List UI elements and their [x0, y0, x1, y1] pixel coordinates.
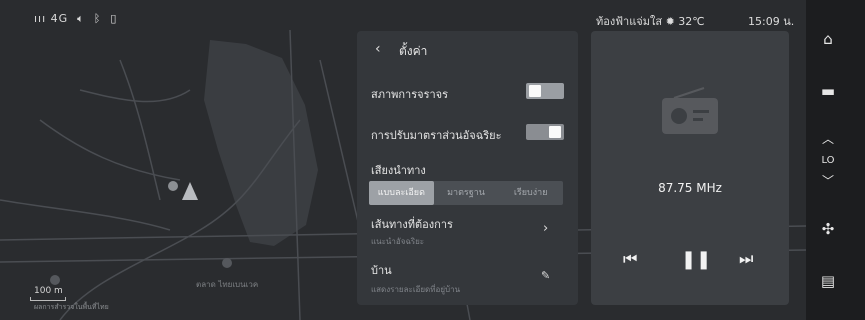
sun-icon: ✹: [665, 15, 679, 28]
map-label: ตลาด ไทยเบนเวค: [196, 280, 259, 289]
control-rail: ⌂ ▬ ︿ LO ﹀ ✣ ▤: [806, 0, 865, 320]
edit-icon[interactable]: ✎: [541, 269, 550, 282]
signal-indicator: ııı 4G: [34, 12, 69, 25]
skip-next-icon[interactable]: ⏭: [739, 249, 753, 269]
page-title: ตั้งค่า: [399, 44, 428, 58]
temperature: 32℃: [678, 15, 705, 28]
traffic-label: สภาพการจราจร: [371, 88, 449, 101]
toggle-knob: [529, 85, 541, 97]
voice-guidance-label: เสียงนำทาง: [371, 164, 426, 177]
home-value: แสดงรายละเอียดที่อยู่บ้าน: [371, 285, 461, 294]
radio-frequency: 87.75 MHz: [658, 181, 722, 195]
chevron-up-icon[interactable]: ︿: [806, 130, 850, 147]
radio-panel: 87.75 MHz ⏮ ❚❚ ⏭: [591, 31, 789, 305]
chevron-left-icon[interactable]: ‹: [375, 41, 381, 57]
status-left: ııı 4G 🔈︎ ᛒ ▯: [34, 12, 117, 26]
chevron-right-icon: ›: [543, 221, 549, 236]
clock: 15:09 น.: [748, 15, 795, 28]
voice-option-simple[interactable]: เรียบง่าย: [498, 181, 563, 205]
voice-option-detailed[interactable]: แบบละเอียด: [369, 181, 434, 205]
settings-header: ‹ ตั้งค่า: [357, 31, 578, 67]
settings-panel: ‹ ตั้งค่า สภาพการจราจร การปรับมาตราส่วนอ…: [357, 31, 578, 305]
smart-scale-label: การปรับมาตราส่วนอัจฉริยะ: [371, 129, 502, 142]
temperature-level: LO: [821, 155, 835, 166]
route-preference-value: แนะนำอัจฉริยะ: [371, 237, 425, 246]
media-icon[interactable]: ▬: [806, 82, 850, 100]
map-scale: 100 m: [34, 286, 63, 296]
traffic-toggle[interactable]: [526, 83, 564, 99]
pause-icon[interactable]: ❚❚: [681, 249, 711, 270]
speaker-icon: 🔈︎: [72, 12, 85, 25]
toggle-knob: [549, 126, 561, 138]
map-scale-bar: [30, 297, 66, 301]
chevron-down-icon[interactable]: ﹀: [806, 172, 850, 189]
route-preference-label: เส้นทางที่ต้องการ: [371, 218, 453, 231]
weather-text: ท้องฟ้าแจ่มใส: [596, 15, 663, 28]
voice-guidance-selector: แบบละเอียด มาตรฐาน เรียบง่าย: [369, 181, 563, 205]
fan-icon[interactable]: ✣: [806, 220, 850, 238]
skip-previous-icon[interactable]: ⏮: [623, 249, 637, 269]
smart-scale-toggle[interactable]: [526, 124, 564, 140]
phone-app-icon[interactable]: ▤: [806, 272, 850, 290]
home-label: บ้าน: [371, 264, 392, 277]
home-icon[interactable]: ⌂: [806, 30, 850, 48]
voice-option-standard[interactable]: มาตรฐาน: [434, 181, 499, 205]
weather: ท้องฟ้าแจ่มใส ✹ 32℃: [596, 12, 705, 30]
map-scale-caption: ผลการสำรวจในพื้นที่ไทย: [34, 303, 109, 311]
bluetooth-icon: ᛒ: [89, 12, 102, 25]
radio-icon: [662, 87, 718, 134]
status-bar: ııı 4G 🔈︎ ᛒ ▯ ท้องฟ้าแจ่มใส ✹ 32℃ 15:09 …: [0, 8, 806, 28]
phone-icon: ▯: [105, 12, 118, 25]
